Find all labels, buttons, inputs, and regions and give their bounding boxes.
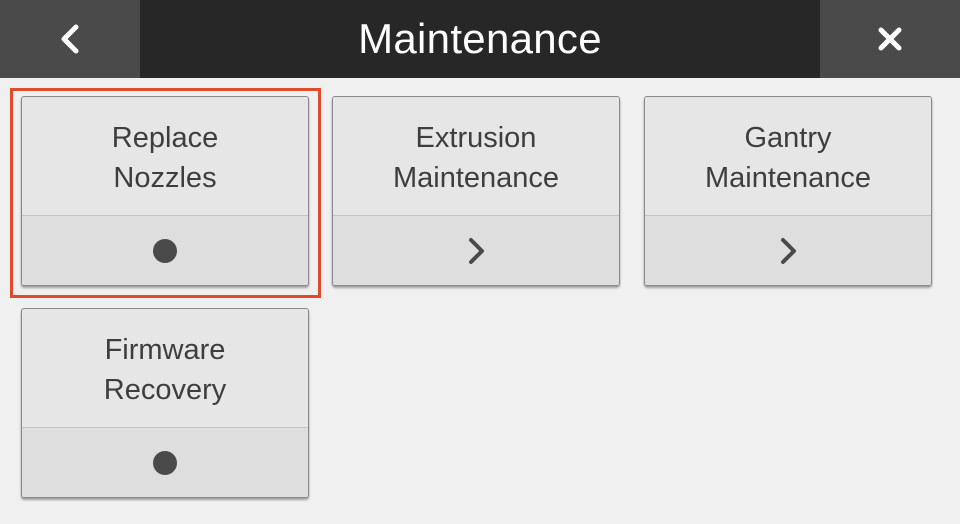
tile-label-area: Firmware Recovery <box>22 309 308 428</box>
chevron-left-icon <box>61 24 79 54</box>
maintenance-screen: Maintenance Replace Nozzles Extrusion Ma… <box>0 0 960 524</box>
tile-label: Extrusion Maintenance <box>392 122 560 194</box>
close-icon <box>878 27 902 51</box>
tile-label: Replace Nozzles <box>111 122 219 194</box>
tile-replace-nozzles[interactable]: Replace Nozzles <box>21 96 309 286</box>
tile-indicator-area <box>333 215 619 285</box>
tile-firmware-recovery[interactable]: Firmware Recovery <box>21 308 309 498</box>
tile-label-area: Replace Nozzles <box>22 97 308 216</box>
tile-gantry-maintenance[interactable]: Gantry Maintenance <box>644 96 932 286</box>
tile-label: Firmware Recovery <box>103 334 227 406</box>
tile-indicator-area <box>645 215 931 285</box>
page-title: Maintenance <box>358 15 602 62</box>
tile-label-area: Gantry Maintenance <box>645 97 931 216</box>
chevron-right-icon <box>781 237 796 264</box>
tile-label: Gantry Maintenance <box>704 122 872 194</box>
back-button[interactable] <box>0 0 140 78</box>
dot-icon <box>153 238 177 263</box>
tile-extrusion-maintenance[interactable]: Extrusion Maintenance <box>332 96 620 286</box>
top-bar: Maintenance <box>0 0 960 78</box>
tile-indicator-area <box>22 215 308 285</box>
chevron-right-icon <box>469 237 484 264</box>
tile-indicator-area <box>22 427 308 497</box>
dot-icon <box>153 450 177 475</box>
tile-label-area: Extrusion Maintenance <box>333 97 619 216</box>
close-button[interactable] <box>820 0 960 78</box>
